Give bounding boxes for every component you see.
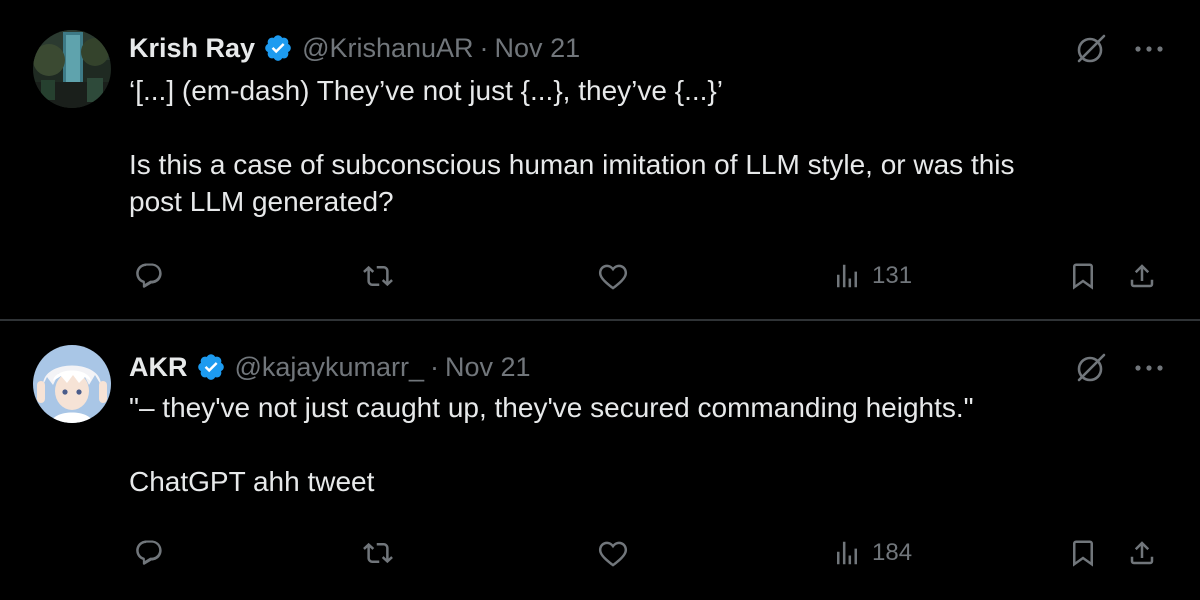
share-icon xyxy=(1130,264,1154,288)
like-icon xyxy=(598,541,628,567)
more-icon[interactable] xyxy=(1134,351,1164,385)
views-icon xyxy=(837,541,857,565)
share-button[interactable] xyxy=(1127,533,1157,573)
tweet-text-line xyxy=(129,426,1149,463)
tweet[interactable]: AKR @kajaykumarr_ · Nov 21 "– they've no… xyxy=(0,321,1200,600)
handle[interactable]: @KrishanuAR xyxy=(302,33,473,64)
tweet-text: "– they've not just caught up, they've s… xyxy=(129,389,1149,500)
views-button[interactable]: 184 xyxy=(832,533,912,573)
action-bar: 131 xyxy=(0,256,1200,296)
like-button[interactable] xyxy=(598,256,628,296)
tweet-top-actions xyxy=(1074,32,1164,66)
tweet[interactable]: Krish Ray @KrishanuAR · Nov 21 ‘[...] (e… xyxy=(0,0,1200,320)
tweet-text-line: post LLM generated? xyxy=(129,186,394,217)
timestamp[interactable]: Nov 21 xyxy=(495,33,581,64)
grok-icon[interactable] xyxy=(1074,351,1108,385)
retweet-button[interactable] xyxy=(363,256,393,296)
like-icon xyxy=(598,264,628,290)
retweet-button[interactable] xyxy=(363,533,393,573)
views-icon xyxy=(837,264,857,288)
verified-badge-icon xyxy=(196,352,226,382)
views-count: 184 xyxy=(872,539,913,566)
reply-button[interactable] xyxy=(134,256,164,296)
more-icon[interactable] xyxy=(1134,32,1164,66)
verified-badge-icon xyxy=(263,33,293,63)
share-button[interactable] xyxy=(1127,256,1157,296)
avatar[interactable] xyxy=(33,30,111,108)
reply-icon xyxy=(136,263,162,288)
tweet-text-line: Is this a case of subconscious human imi… xyxy=(129,149,1015,180)
tweet-header: Krish Ray @KrishanuAR · Nov 21 xyxy=(129,28,580,68)
share-icon xyxy=(1130,541,1154,565)
tweet-top-actions xyxy=(1074,351,1164,385)
retweet-icon xyxy=(363,542,393,564)
tweet-text: ‘[...] (em-dash) They’ve not just {...},… xyxy=(129,72,1149,220)
tweet-text-line: "– they've not just caught up, they've s… xyxy=(129,392,974,423)
tweet-text-line xyxy=(129,109,1149,146)
tweet-text-line: ChatGPT ahh tweet xyxy=(129,466,375,497)
retweet-icon xyxy=(363,265,393,287)
bookmark-button[interactable] xyxy=(1068,256,1098,296)
tweet-text-line: ‘[...] (em-dash) They’ve not just {...},… xyxy=(129,75,723,106)
grok-icon[interactable] xyxy=(1074,32,1108,66)
reply-icon xyxy=(136,540,162,565)
action-bar: 184 xyxy=(0,533,1200,573)
separator: · xyxy=(479,32,489,63)
bookmark-button[interactable] xyxy=(1068,533,1098,573)
views-count: 131 xyxy=(872,262,913,289)
like-button[interactable] xyxy=(598,533,628,573)
handle[interactable]: @kajaykumarr_ xyxy=(235,352,424,383)
display-name[interactable]: AKR xyxy=(129,352,188,383)
tweet-header: AKR @kajaykumarr_ · Nov 21 xyxy=(129,347,531,387)
timestamp[interactable]: Nov 21 xyxy=(445,352,531,383)
display-name[interactable]: Krish Ray xyxy=(129,33,255,64)
bookmark-icon xyxy=(1073,263,1093,290)
separator: · xyxy=(429,351,439,382)
avatar[interactable] xyxy=(33,345,111,423)
views-button[interactable]: 131 xyxy=(832,256,912,296)
bookmark-icon xyxy=(1073,540,1093,567)
reply-button[interactable] xyxy=(134,533,164,573)
